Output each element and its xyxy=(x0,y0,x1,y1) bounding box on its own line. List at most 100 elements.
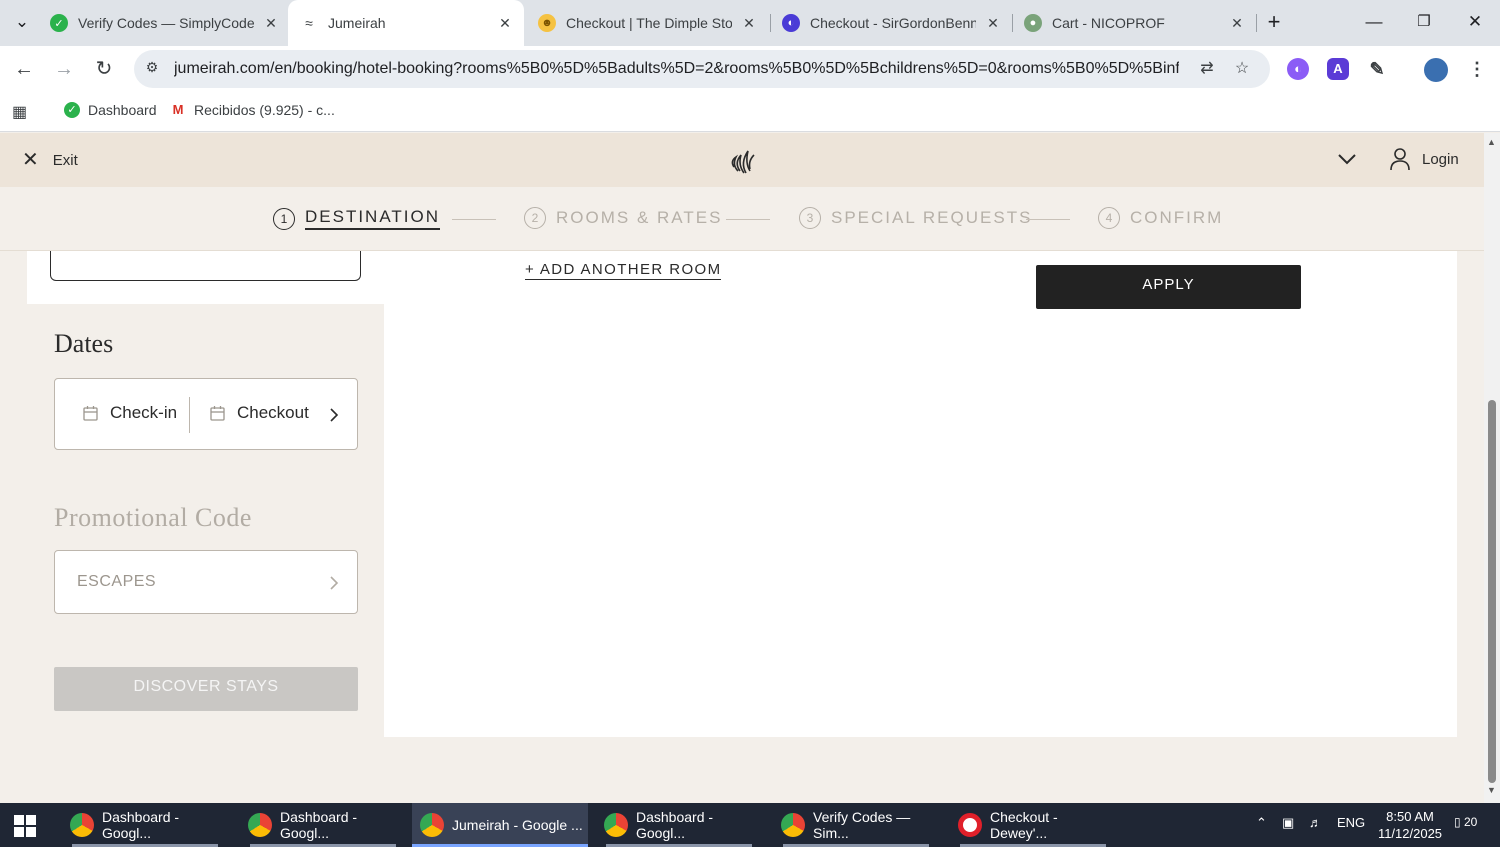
tab-nicoprof[interactable]: ● Cart - NICOPROF ✕ xyxy=(1024,0,1246,46)
window-close-icon[interactable]: ✕ xyxy=(1461,8,1489,36)
tab-sirgordonbennett[interactable]: ◐ Checkout - SirGordonBennett ✕ xyxy=(782,0,1002,46)
tray-chevron-up-icon[interactable]: ⌃ xyxy=(1256,815,1267,831)
back-icon[interactable]: ← xyxy=(10,55,38,83)
dates-divider xyxy=(189,397,190,433)
bookmark-star-icon[interactable]: ☆ xyxy=(1231,58,1253,80)
booking-steps: 1 DESTINATION 2 ROOMS & RATES 3 SPECIAL … xyxy=(0,187,1484,251)
step-number: 4 xyxy=(1098,207,1120,229)
step-number: 2 xyxy=(524,207,546,229)
url-text[interactable]: jumeirah.com/en/booking/hotel-booking?ro… xyxy=(174,60,1179,78)
close-icon[interactable]: ✕ xyxy=(1228,15,1246,32)
scrollbar-thumb[interactable] xyxy=(1488,400,1496,783)
forward-icon[interactable]: → xyxy=(50,55,78,83)
tab-search-chevron-icon[interactable]: ⌄ xyxy=(8,8,36,36)
tab-verify-codes[interactable]: ✓ Verify Codes — SimplyCodes ✕ xyxy=(50,0,280,46)
swirl-icon: ◐ xyxy=(782,14,800,32)
step-confirm[interactable]: 4 CONFIRM xyxy=(1098,207,1223,229)
browser-tab-strip: ⌄ ✓ Verify Codes — SimplyCodes ✕ ≈ Jumei… xyxy=(0,0,1500,46)
windows-start-icon[interactable] xyxy=(14,815,36,837)
step-label: DESTINATION xyxy=(305,207,441,230)
tab-title: Checkout - SirGordonBennett xyxy=(810,15,976,31)
bookmark-gmail[interactable]: M Recibidos (9.925) - c... xyxy=(170,102,335,118)
extension-a-icon[interactable]: A xyxy=(1327,58,1349,80)
taskbar-label: Jumeirah - Google ... xyxy=(452,817,583,833)
discover-stays-button[interactable]: DISCOVER STAYS xyxy=(54,667,358,711)
guests-field[interactable] xyxy=(50,251,361,281)
minimize-icon[interactable]: — xyxy=(1360,8,1388,36)
bookmark-dashboard[interactable]: ✓ Dashboard xyxy=(64,102,157,118)
step-number: 3 xyxy=(799,207,821,229)
taskbar-item[interactable]: Dashboard - Googl... xyxy=(596,803,762,847)
taskbar-item[interactable]: Dashboard - Googl... xyxy=(240,803,406,847)
tab-title: Verify Codes — SimplyCodes xyxy=(78,15,254,31)
login-button[interactable]: Login xyxy=(1390,147,1459,171)
dates-picker[interactable]: Check-in Checkout xyxy=(54,378,358,450)
step-rooms-rates[interactable]: 2 ROOMS & RATES xyxy=(524,207,722,229)
taskbar-item[interactable]: Verify Codes — Sim... xyxy=(773,803,939,847)
chrome-icon xyxy=(604,813,628,837)
taskbar-label: Dashboard - Googl... xyxy=(636,809,714,841)
taskbar-item-active[interactable]: Jumeirah - Google ... xyxy=(412,803,588,847)
notification-icon: ▯ xyxy=(1454,815,1461,829)
step-destination[interactable]: 1 DESTINATION xyxy=(273,207,441,230)
bookmarks-bar: ▦ ✓ Dashboard M Recibidos (9.925) - c... xyxy=(0,92,1500,132)
smiley-icon: ☻ xyxy=(538,14,556,32)
jumeirah-logo-icon[interactable] xyxy=(728,145,758,177)
site-header: ✕ Exit Login xyxy=(0,133,1484,187)
login-label: Login xyxy=(1422,150,1459,168)
notification-count: 20 xyxy=(1463,815,1478,829)
chevron-right-icon[interactable] xyxy=(327,573,341,593)
language-indicator[interactable]: ENG xyxy=(1337,815,1365,830)
close-icon[interactable]: ✕ xyxy=(740,15,758,32)
reload-icon[interactable]: ↻ xyxy=(90,55,118,83)
scroll-up-icon[interactable]: ▲ xyxy=(1487,137,1496,147)
promo-code-field[interactable]: ESCAPES xyxy=(54,550,358,614)
taskbar-item[interactable]: Checkout - Dewey'... xyxy=(950,803,1116,847)
notification-center[interactable]: ▯ 20 xyxy=(1454,815,1484,837)
close-icon[interactable]: ✕ xyxy=(262,15,280,32)
chrome-icon xyxy=(781,813,805,837)
page-scrollbar[interactable]: ▲ ▼ xyxy=(1484,133,1500,803)
extension-swirl-icon[interactable]: ◐ xyxy=(1287,58,1309,80)
more-menu-icon[interactable]: ⋮ xyxy=(1466,58,1488,80)
extensions-puzzle-icon[interactable]: ✎ xyxy=(1366,58,1388,80)
new-tab-icon[interactable]: + xyxy=(1260,8,1288,36)
step-label: CONFIRM xyxy=(1130,208,1224,227)
tab-dimple-store[interactable]: ☻ Checkout | The Dimple Store ✕ xyxy=(538,0,758,46)
chevron-right-icon[interactable] xyxy=(327,405,341,425)
chevron-down-icon[interactable] xyxy=(1336,150,1358,168)
checkout-label: Checkout xyxy=(237,403,309,422)
checkout-field[interactable]: Checkout xyxy=(210,403,309,423)
system-clock[interactable]: 8:50 AM 11/12/2025 xyxy=(1372,808,1448,842)
add-another-room-link[interactable]: + ADD ANOTHER ROOM xyxy=(525,261,722,280)
site-info-icon[interactable]: ⚙ xyxy=(142,59,162,79)
tab-title: Checkout | The Dimple Store xyxy=(566,15,732,31)
exit-button[interactable]: ✕ Exit xyxy=(22,149,78,171)
volume-icon[interactable]: ♬ xyxy=(1309,815,1322,830)
clock-time: 8:50 AM xyxy=(1386,809,1434,824)
nicoprof-icon: ● xyxy=(1024,14,1042,32)
promo-code-input[interactable]: ESCAPES xyxy=(77,573,156,591)
exit-label: Exit xyxy=(52,151,78,169)
scroll-down-icon[interactable]: ▼ xyxy=(1487,785,1496,795)
tab-jumeirah[interactable]: ≈ Jumeirah ✕ xyxy=(288,0,524,46)
close-icon[interactable]: ✕ xyxy=(984,15,1002,32)
restore-icon[interactable]: ❐ xyxy=(1410,8,1438,36)
chrome-icon xyxy=(248,813,272,837)
taskbar-item[interactable]: Dashboard - Googl... xyxy=(62,803,228,847)
taskbar-label: Verify Codes — Sim... xyxy=(813,809,911,841)
checkin-field[interactable]: Check-in xyxy=(83,403,177,423)
profile-avatar-icon[interactable] xyxy=(1424,58,1448,82)
step-connector xyxy=(726,219,770,220)
apply-button[interactable]: APPLY xyxy=(1036,265,1301,309)
step-special-requests[interactable]: 3 SPECIAL REQUESTS xyxy=(799,207,1032,229)
close-icon: ✕ xyxy=(22,149,39,171)
clock-date: 11/12/2025 xyxy=(1377,826,1443,841)
address-bar[interactable]: ⚙ jumeirah.com/en/booking/hotel-booking?… xyxy=(134,50,1270,88)
bookmark-label: Recibidos (9.925) - c... xyxy=(194,102,335,118)
translate-icon[interactable]: ⇄ xyxy=(1196,58,1218,80)
calendar-icon xyxy=(210,406,225,421)
apps-grid-icon[interactable]: ▦ xyxy=(12,102,27,122)
network-icon[interactable]: ▣ xyxy=(1282,815,1294,831)
close-icon[interactable]: ✕ xyxy=(496,15,514,32)
